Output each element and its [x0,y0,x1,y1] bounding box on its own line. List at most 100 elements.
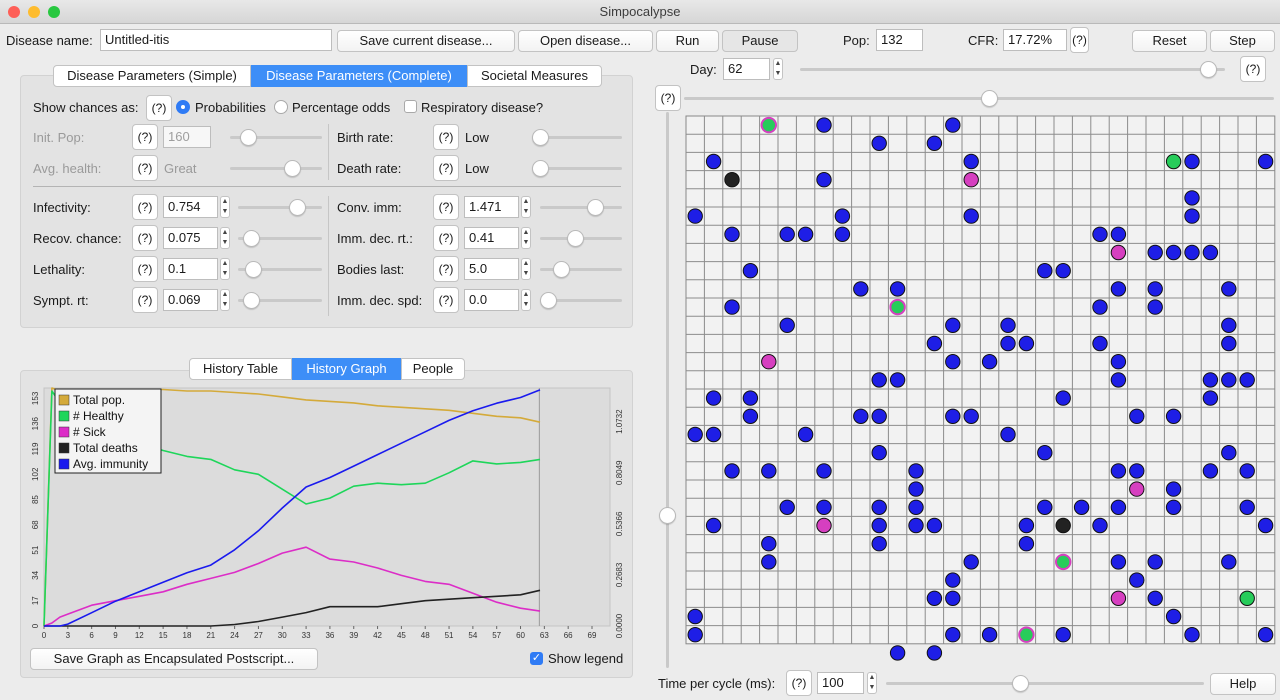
sympt-rt-help-button[interactable]: (?) [132,287,158,313]
zoom-help-button[interactable]: (?) [655,85,681,111]
person-sick [1110,590,1127,606]
recov-chance-help-button[interactable]: (?) [132,225,158,251]
tab-history-table[interactable]: History Table [189,358,292,380]
x-tick-label: 21 [206,631,215,640]
infectivity-field[interactable]: 0.754 [163,196,218,218]
lethality-slider-thumb[interactable] [244,261,262,278]
imm-dec-rt-stepper[interactable]: ▲ ▼ [521,227,531,249]
show-legend-checkbox[interactable]: ✓ [530,652,543,665]
vertical-zoom-thumb[interactable] [659,507,676,524]
time-per-cycle-stepper[interactable]: ▲ ▼ [867,672,877,694]
sympt-rt-field[interactable]: 0.069 [163,289,218,311]
person-healthy [797,426,814,443]
imm-dec-spd-stepper[interactable]: ▲ ▼ [521,289,531,311]
conv-imm-slider-track[interactable] [540,206,622,209]
run-button[interactable]: Run [656,30,719,52]
death-rate-slider-thumb[interactable] [532,160,549,177]
day-stepper[interactable]: ▲ ▼ [773,58,783,80]
infectivity-help-button[interactable]: (?) [132,194,158,220]
birth-rate-slider-thumb[interactable] [532,129,549,146]
person-healthy [963,153,979,170]
tab-societal-measures[interactable]: Societal Measures [467,65,602,87]
help-button[interactable]: Help [1210,673,1276,695]
probabilities-radio[interactable] [176,100,190,114]
conv-imm-field[interactable]: 1.471 [464,196,519,218]
tab-disease-simple[interactable]: Disease Parameters (Simple) [53,65,251,87]
left-tick-label: 51 [31,545,40,554]
conv-imm-help-button[interactable]: (?) [433,194,459,220]
sympt-rt-slider-thumb[interactable] [242,292,260,309]
birth-rate-help-button[interactable]: (?) [433,124,459,150]
person-healthy [871,517,887,534]
avg-health-help-button[interactable]: (?) [132,155,158,181]
person-healthy [742,263,759,279]
respiratory-checkbox[interactable] [404,100,417,113]
horizontal-zoom-thumb[interactable] [981,90,998,107]
disease-name-label: Disease name: [6,33,93,48]
imm-dec-spd-slider-thumb[interactable] [540,292,557,309]
pause-button[interactable]: Pause [722,30,798,52]
save-disease-button[interactable]: Save current disease... [337,30,515,52]
recov-chance-field[interactable]: 0.075 [163,227,218,249]
right-tick-label: 0.0000 [615,613,624,638]
cfr-help-button[interactable]: (?) [1070,27,1089,53]
infectivity-stepper[interactable]: ▲ ▼ [220,196,230,218]
x-tick-label: 15 [159,631,168,640]
simulation-grid[interactable] [684,114,1276,664]
person-healthy [761,463,777,479]
person-healthy [761,536,777,552]
person-healthy [724,299,740,315]
bodies-last-help-button[interactable]: (?) [433,256,459,282]
person-healthy [1073,499,1090,515]
imm-dec-rt-help-button[interactable]: (?) [433,225,459,251]
recov-chance-slider-thumb[interactable] [243,230,261,247]
day-field[interactable]: 62 [723,58,770,80]
imm-dec-rt-slider-thumb[interactable] [566,230,584,247]
tab-disease-complete[interactable]: Disease Parameters (Complete) [251,65,467,87]
vertical-zoom-track[interactable] [666,112,669,668]
infectivity-slider-thumb[interactable] [288,199,306,216]
tab-people[interactable]: People [401,358,465,380]
sympt-rt-stepper[interactable]: ▲ ▼ [220,289,230,311]
time-per-cycle-field[interactable]: 100 [817,672,864,694]
imm-dec-spd-field[interactable]: 0.0 [464,289,519,311]
lethality-stepper[interactable]: ▲ ▼ [220,258,230,280]
lethality-field[interactable]: 0.1 [163,258,218,280]
bodies-last-field[interactable]: 5.0 [464,258,519,280]
death-rate-help-button[interactable]: (?) [433,155,459,181]
time-per-cycle-slider-thumb[interactable] [1012,675,1030,692]
bodies-last-stepper[interactable]: ▲ ▼ [521,258,531,280]
disease-name-input[interactable]: Untitled-itis [100,29,332,51]
person-sick [1129,481,1145,497]
recov-chance-stepper[interactable]: ▲ ▼ [220,227,230,249]
birth-rate-value: Low [465,130,489,145]
person-healthy [779,226,795,243]
day-slider-thumb[interactable] [1199,61,1217,78]
person-healthy [1110,372,1127,388]
bodies-last-label: Bodies last: [337,262,405,277]
step-button[interactable]: Step [1210,30,1275,52]
imm-dec-rt-field[interactable]: 0.41 [464,227,519,249]
lethality-help-button[interactable]: (?) [132,256,158,282]
bodies-last-slider-thumb[interactable] [553,261,570,278]
person-healthy [816,499,832,515]
open-disease-button[interactable]: Open disease... [518,30,653,52]
percentage-odds-radio[interactable] [274,100,288,114]
save-eps-button[interactable]: Save Graph as Encapsulated Postscript... [30,648,318,670]
horizontal-zoom-track[interactable] [684,97,1274,100]
time-per-cycle-help-button[interactable]: (?) [786,670,812,696]
day-help-button[interactable]: (?) [1240,56,1266,82]
person-healthy [724,226,740,243]
init-pop-help-button[interactable]: (?) [132,124,158,150]
reset-button[interactable]: Reset [1132,30,1207,52]
left-tick-label: 102 [31,467,40,481]
person-healthy [1110,226,1127,243]
conv-imm-stepper[interactable]: ▲ ▼ [521,196,531,218]
infectivity-slider-track[interactable] [238,206,322,209]
tab-history-graph[interactable]: History Graph [292,358,401,380]
time-per-cycle-slider-track[interactable] [886,682,1204,685]
show-chances-help-button[interactable]: (?) [146,95,172,121]
x-tick-label: 0 [42,631,47,640]
imm-dec-spd-help-button[interactable]: (?) [433,287,459,313]
day-slider-track[interactable] [800,68,1225,71]
